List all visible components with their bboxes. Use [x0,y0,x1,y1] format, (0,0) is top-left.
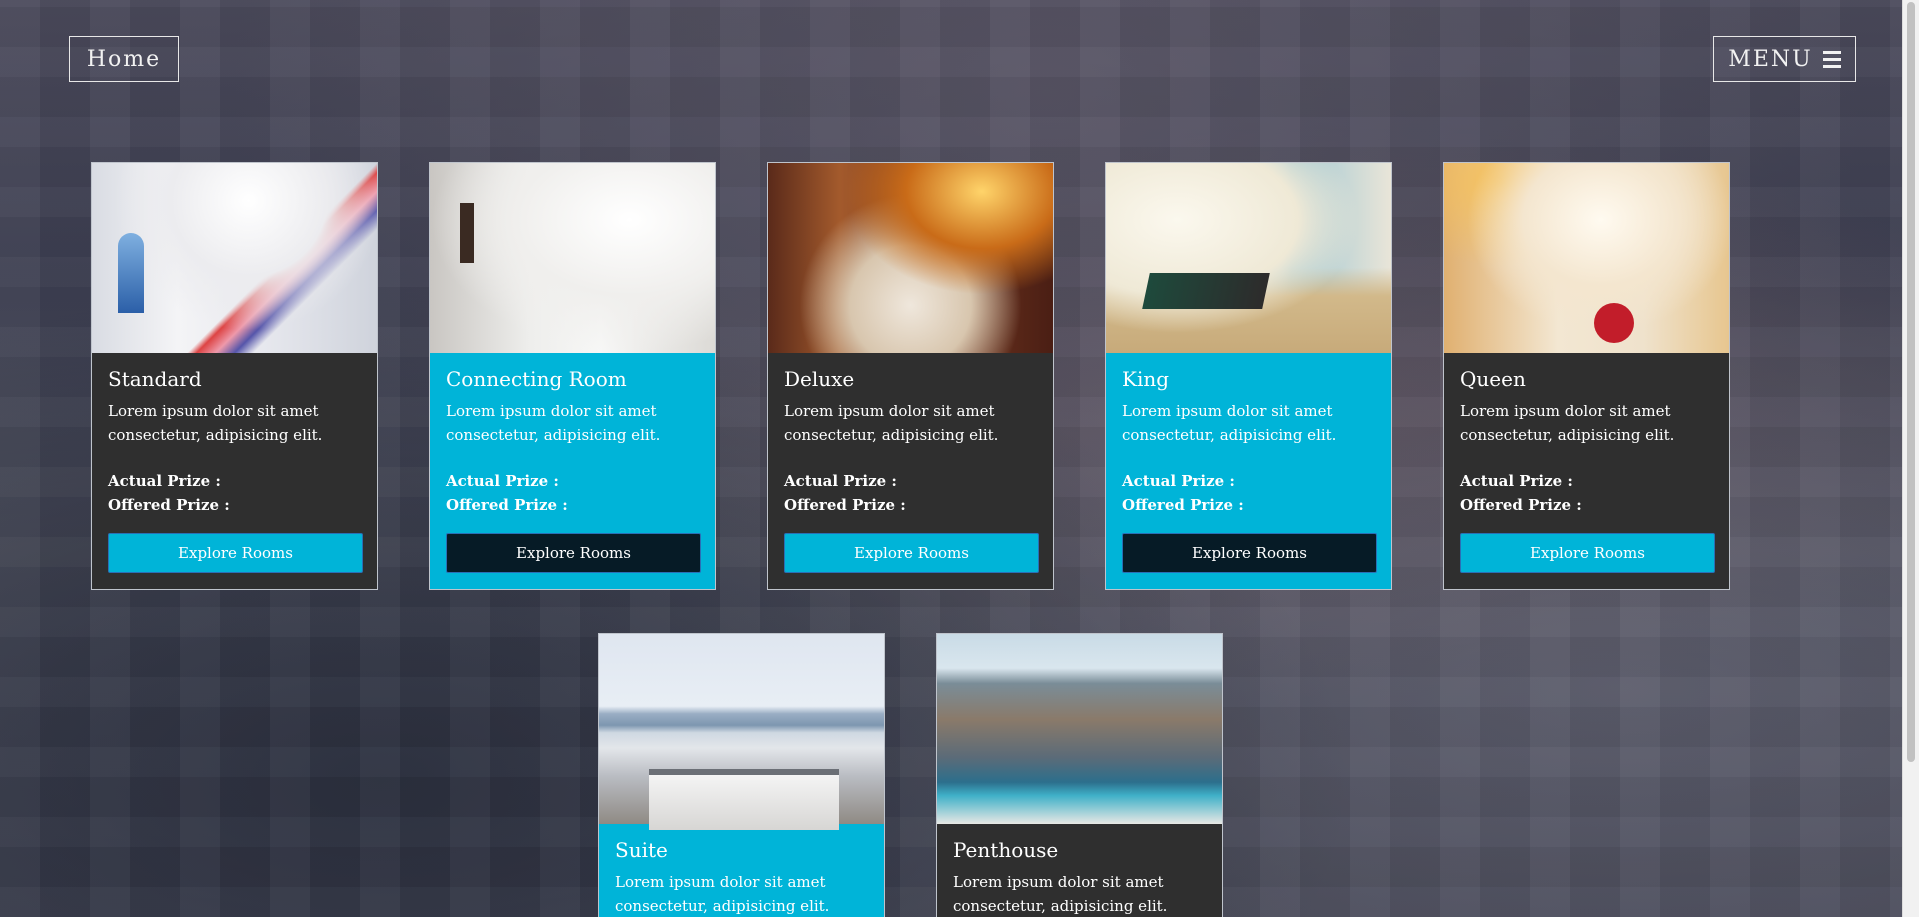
room-card-connecting: Connecting Room Lorem ipsum dolor sit am… [429,162,716,590]
room-card-queen: Queen Lorem ipsum dolor sit amet consect… [1443,162,1730,590]
room-title: Deluxe [784,367,855,391]
home-button[interactable]: Home [69,36,179,82]
room-title: Connecting Room [446,367,627,391]
room-photo-standard [92,163,377,353]
room-photo-connecting [430,163,715,353]
room-title: King [1122,367,1170,391]
room-description: Lorem ipsum dolor sit amet consectetur, … [953,873,1168,915]
menu-label: MENU [1728,46,1813,72]
room-photo-queen [1444,163,1729,353]
explore-rooms-button-connecting[interactable]: Explore Rooms [446,533,701,573]
room-description: Lorem ipsum dolor sit amet consectetur, … [1122,402,1337,444]
vertical-scrollbar[interactable] [1902,0,1919,917]
room-photo-king [1106,163,1391,353]
offered-prize-label: Offered Prize : [1122,496,1244,514]
actual-prize-label: Actual Prize : [1460,472,1573,490]
menu-button[interactable]: MENU [1713,36,1856,82]
home-label: Home [86,46,162,72]
room-title: Standard [108,367,202,391]
room-card-suite: Suite Lorem ipsum dolor sit amet consect… [598,633,885,917]
offered-prize-label: Offered Prize : [446,496,568,514]
room-title: Suite [615,838,668,862]
hamburger-icon [1822,50,1841,68]
room-card-deluxe: Deluxe Lorem ipsum dolor sit amet consec… [767,162,1054,590]
actual-prize-label: Actual Prize : [108,472,221,490]
explore-rooms-button-standard[interactable]: Explore Rooms [108,533,363,573]
room-description: Lorem ipsum dolor sit amet consectetur, … [615,873,830,915]
room-description: Lorem ipsum dolor sit amet consectetur, … [446,402,661,444]
room-title: Penthouse [953,838,1059,862]
room-card-king: King Lorem ipsum dolor sit amet consecte… [1105,162,1392,590]
actual-prize-label: Actual Prize : [446,472,559,490]
offered-prize-label: Offered Prize : [1460,496,1582,514]
room-card-standard: Standard Lorem ipsum dolor sit amet cons… [91,162,378,590]
room-description: Lorem ipsum dolor sit amet consectetur, … [784,402,999,444]
room-photo-deluxe [768,163,1053,353]
room-card-penthouse: Penthouse Lorem ipsum dolor sit amet con… [936,633,1223,917]
explore-rooms-button-queen[interactable]: Explore Rooms [1460,533,1715,573]
explore-rooms-button-king[interactable]: Explore Rooms [1122,533,1377,573]
room-title: Queen [1460,367,1526,391]
room-photo-penthouse [937,634,1222,824]
scrollbar-thumb[interactable] [1907,2,1915,762]
offered-prize-label: Offered Prize : [784,496,906,514]
explore-rooms-button-deluxe[interactable]: Explore Rooms [784,533,1039,573]
actual-prize-label: Actual Prize : [1122,472,1235,490]
actual-prize-label: Actual Prize : [784,472,897,490]
room-description: Lorem ipsum dolor sit amet consectetur, … [1460,402,1675,444]
room-description: Lorem ipsum dolor sit amet consectetur, … [108,402,323,444]
offered-prize-label: Offered Prize : [108,496,230,514]
room-photo-suite [599,634,884,830]
